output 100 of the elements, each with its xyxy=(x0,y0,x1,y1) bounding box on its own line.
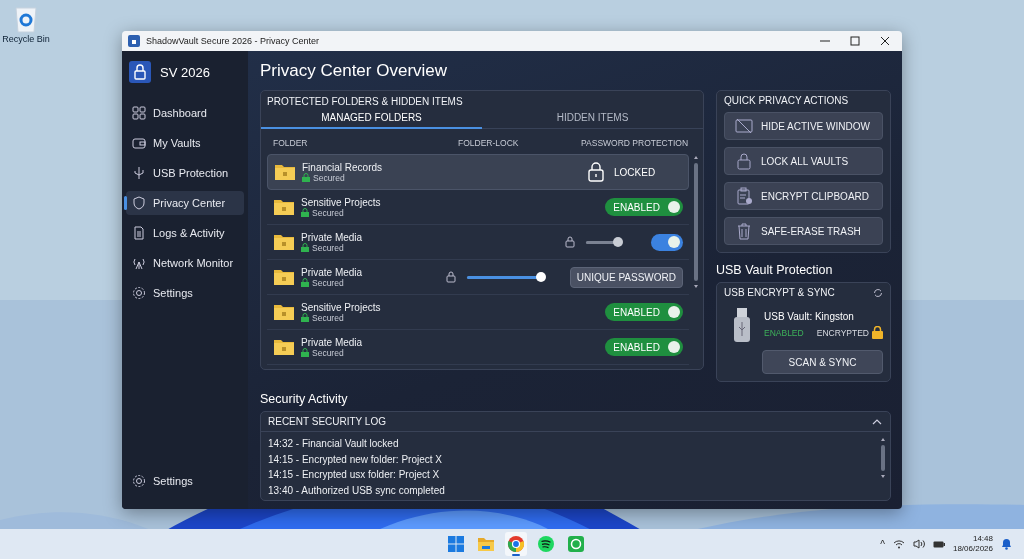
toggle-switch[interactable] xyxy=(651,233,683,251)
lock-icon xyxy=(301,243,309,252)
slider-thumb[interactable] xyxy=(535,272,546,282)
lock-icon xyxy=(872,326,883,339)
collapse-caret-icon[interactable] xyxy=(872,418,882,425)
nav-item[interactable]: Logs & Activity xyxy=(126,221,244,245)
notification-bell-icon[interactable] xyxy=(1001,538,1012,550)
wifi-icon[interactable] xyxy=(892,539,905,549)
nav-item[interactable]: Settings xyxy=(126,469,244,493)
lock-icon xyxy=(445,271,456,283)
close-icon[interactable] xyxy=(880,36,890,46)
action-button[interactable]: LOCK ALL VAULTS xyxy=(724,147,883,175)
lock-icon xyxy=(301,208,309,217)
folder-icon xyxy=(273,233,295,251)
toggle-switch[interactable]: ENABLED xyxy=(605,303,683,321)
clock[interactable]: 14:48 18/06/2026 xyxy=(952,534,993,554)
slider-thumb[interactable] xyxy=(613,237,624,247)
lock-icon xyxy=(565,236,575,248)
lock-icon xyxy=(301,278,309,287)
panel-title: RECENT SECURITY LOG xyxy=(268,416,386,427)
scan-sync-button[interactable]: SCAN & SYNC xyxy=(762,350,883,374)
panel-title: QUICK PRIVACY ACTIONS xyxy=(724,95,850,106)
panel-title: USB ENCRYPT & SYNC xyxy=(724,287,835,298)
folder-row[interactable]: Private Media Secured ENABLED xyxy=(267,330,689,365)
folder-name: Private Media xyxy=(301,231,364,243)
padlock-icon xyxy=(588,162,604,182)
action-button[interactable]: HIDE ACTIVE WINDOW xyxy=(724,112,883,140)
start-icon xyxy=(447,535,465,553)
nav-item[interactable]: Settings xyxy=(126,281,244,305)
folder-name: Private Media xyxy=(301,336,364,348)
folder-icon xyxy=(477,535,495,553)
usb-icon xyxy=(132,166,146,180)
volume-icon[interactable] xyxy=(912,539,925,549)
shield-icon xyxy=(132,196,146,210)
folder-status: Secured xyxy=(312,242,344,253)
desktop-icon-label: Recycle Bin xyxy=(2,34,50,44)
folder-row[interactable]: Sensitive Projects Secured ENABLED xyxy=(267,295,689,330)
action-button[interactable]: ENCRYPT CLIPBOARD xyxy=(724,182,883,210)
nav-item[interactable]: Privacy Center xyxy=(126,191,244,215)
folder-status: Secured xyxy=(312,207,344,218)
refresh-icon[interactable] xyxy=(873,287,883,298)
column-header: FOLDER-LOCK xyxy=(458,138,520,148)
folder-row[interactable]: Financial Records Secured LOCKED xyxy=(267,154,689,190)
folder-status: Secured xyxy=(312,312,344,323)
settings-icon xyxy=(132,474,146,488)
folder-status: Secured xyxy=(312,277,344,288)
app-icon xyxy=(128,35,140,47)
brand-name: SV 2026 xyxy=(160,64,210,80)
folder-icon xyxy=(274,163,296,181)
column-header: PASSWORD PROTECTION xyxy=(581,138,689,148)
lock-status: LOCKED xyxy=(614,166,656,178)
antenna-icon xyxy=(132,256,146,270)
folder-row[interactable]: Private Media Secured xyxy=(267,225,689,260)
lock-logo-icon xyxy=(129,61,151,83)
lock-icon xyxy=(302,173,310,182)
document-icon xyxy=(132,226,146,240)
folder-status: Secured xyxy=(313,172,345,183)
log-entry: 14:15 - Encrypted usx folder: Project X xyxy=(268,468,441,482)
browser-icon xyxy=(507,535,525,553)
encryption-status: ENCRYPTED xyxy=(816,327,869,338)
panel-title: PROTECTED FOLDERS & HIDDEN ITEMS xyxy=(266,96,464,109)
device-name: USB Vault: Kingston xyxy=(764,311,855,322)
lock-icon xyxy=(301,313,309,322)
page-title: Privacy Center Overview xyxy=(260,61,449,81)
folder-row[interactable]: Private Media Secured UNIQUE PASSWORD xyxy=(267,260,689,295)
settings-icon xyxy=(132,286,146,300)
desktop-icon[interactable]: Recycle Bin xyxy=(4,5,48,44)
section-heading: Security Activity xyxy=(260,392,349,406)
folder-name: Financial Records xyxy=(302,161,384,173)
section-heading: USB Vault Protection xyxy=(716,263,834,277)
nav-item[interactable]: USB Protection xyxy=(126,161,244,185)
folder-name: Sensitive Projects xyxy=(301,196,382,208)
lock-icon xyxy=(301,348,309,357)
battery-icon[interactable] xyxy=(932,539,945,549)
folder-icon xyxy=(273,268,295,286)
folder-name: Private Media xyxy=(301,266,364,278)
lock-icon xyxy=(735,152,753,170)
folder-row[interactable]: Sensitive Projects Secured ENABLED xyxy=(267,190,689,225)
music-app-icon xyxy=(537,535,555,553)
folder-status: Secured xyxy=(312,347,344,358)
maximize-icon[interactable] xyxy=(850,36,860,46)
tab[interactable]: MANAGED FOLDERS xyxy=(261,109,482,129)
tab[interactable]: HIDDEN ITEMS xyxy=(482,109,703,128)
nav-item[interactable]: Dashboard xyxy=(126,101,244,125)
sync-app-icon xyxy=(567,535,585,553)
action-button[interactable]: SAFE-ERASE TRASH xyxy=(724,217,883,245)
window-title: ShadowVault Secure 2026 - Privacy Center xyxy=(146,36,319,46)
nav-item[interactable]: My Vaults xyxy=(126,131,244,155)
column-header: FOLDER xyxy=(273,138,309,148)
tray-chevron[interactable]: ^ xyxy=(880,538,885,550)
nav-item[interactable]: Network Monitor xyxy=(126,251,244,275)
toggle-switch[interactable]: ENABLED xyxy=(605,338,683,356)
hidden-window-icon xyxy=(735,117,753,135)
folder-name: Sensitive Projects xyxy=(301,301,382,313)
toggle-switch[interactable]: ENABLED xyxy=(605,198,683,216)
log-entry: 14:15 - Encrypted new folder: Project X xyxy=(268,452,443,467)
taskbar-app[interactable] xyxy=(505,532,527,556)
unique-password-button[interactable]: UNIQUE PASSWORD xyxy=(569,266,683,288)
folder-icon xyxy=(273,198,295,216)
log-entry: 13:40 - Authorized USB sync completed xyxy=(268,483,446,498)
